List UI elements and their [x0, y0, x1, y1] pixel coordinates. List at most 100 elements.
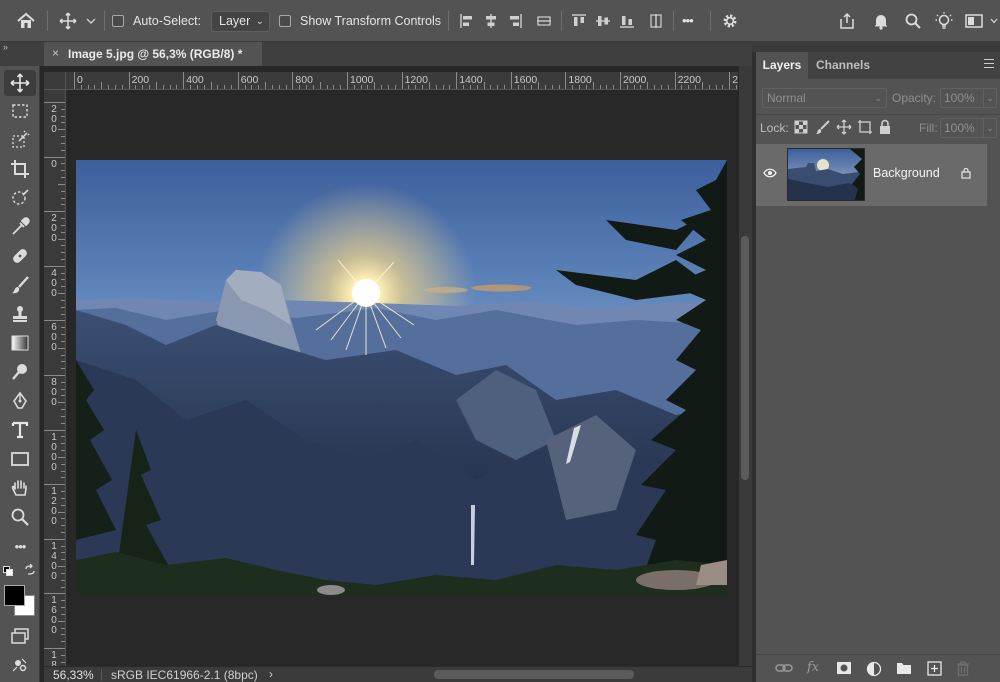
mask-icon[interactable]: [836, 661, 852, 678]
distribute-icon[interactable]: [645, 0, 667, 42]
ruler-minor-tick: [58, 238, 65, 240]
zoom-tool[interactable]: [4, 504, 36, 530]
show-transform-checkbox[interactable]: [279, 15, 291, 27]
new-layer-icon[interactable]: [927, 661, 942, 679]
gear-icon[interactable]: [719, 0, 741, 42]
ruler-label: 800: [51, 377, 57, 408]
layer-row[interactable]: Background: [756, 144, 987, 206]
ruler-minor-tick: [538, 82, 540, 89]
vertical-scrollbar[interactable]: [739, 66, 752, 666]
ruler-minor-tick: [503, 85, 505, 89]
blend-mode-dropdown[interactable]: Normal ⌄: [762, 88, 887, 108]
lock-position-icon[interactable]: [836, 119, 852, 138]
screen-mode-tool[interactable]: [4, 623, 36, 649]
marquee-tool[interactable]: [4, 98, 36, 124]
align-vcenter-icon[interactable]: [592, 0, 614, 42]
clone-stamp-tool[interactable]: [4, 301, 36, 327]
tab-layers[interactable]: Layers: [756, 52, 808, 79]
lock-all-icon[interactable]: [878, 119, 892, 138]
more-options-icon[interactable]: •••: [682, 0, 694, 42]
link-icon[interactable]: [775, 661, 793, 678]
ruler-minor-tick: [606, 85, 608, 89]
lock-transparency-icon[interactable]: [794, 120, 808, 137]
horizontal-ruler[interactable]: 0 200 400 600 800 1000 1200 1400 1600 1800 2000 220…: [66, 72, 738, 90]
tab-channels[interactable]: Channels: [816, 52, 870, 79]
align-center-icon[interactable]: [480, 0, 502, 42]
opacity-field[interactable]: 100% ⌄: [940, 88, 997, 108]
object-selection-tool[interactable]: [4, 127, 36, 153]
ruler-minor-tick: [230, 85, 232, 89]
swap-colors-icon[interactable]: [24, 563, 36, 576]
rectangle-tool[interactable]: [4, 446, 36, 472]
lock-pixels-icon[interactable]: [815, 119, 831, 138]
move-tool[interactable]: [4, 70, 36, 96]
ruler-minor-tick: [61, 327, 65, 329]
trash-icon[interactable]: [956, 661, 970, 679]
move-icon[interactable]: [57, 0, 79, 42]
vertical-scrollbar-thumb[interactable]: [741, 236, 749, 480]
horizontal-scrollbar-thumb[interactable]: [434, 670, 634, 679]
document-info: sRGB IEC61966-2.1 (8bpc): [111, 668, 258, 682]
healing-brush-tool[interactable]: [4, 243, 36, 269]
lock-artboard-icon[interactable]: [857, 119, 873, 138]
vertical-ruler[interactable]: 200 0 200 400 600 800 1000 1200 1400 1600 1800: [44, 90, 66, 666]
pen-icon: [13, 391, 27, 409]
chevron-right-icon[interactable]: ›: [269, 667, 273, 681]
fill-field[interactable]: 100% ⌄: [940, 118, 997, 138]
eyedropper-tool[interactable]: [4, 214, 36, 240]
hand-icon: [11, 480, 27, 496]
align-left-icon[interactable]: [456, 0, 478, 42]
crop-icon: [11, 160, 29, 178]
ruler-origin[interactable]: [44, 72, 66, 90]
ruler-minor-tick: [599, 85, 601, 89]
quick-mask-tool[interactable]: [4, 652, 36, 678]
collapse-toolbar-icon[interactable]: »: [3, 42, 8, 52]
ruler-minor-tick: [61, 258, 65, 260]
crop-tool[interactable]: [4, 156, 36, 182]
brush-icon: [12, 276, 29, 294]
folder-icon[interactable]: [896, 661, 912, 678]
type-tool[interactable]: [4, 417, 36, 443]
foreground-color-swatch[interactable]: [4, 585, 25, 606]
default-colors-icon[interactable]: [3, 565, 13, 576]
ruler-minor-tick: [61, 306, 65, 308]
more-tools-icon[interactable]: •••: [4, 533, 36, 559]
ruler-major-tick: [44, 156, 65, 158]
share-icon[interactable]: [836, 0, 858, 42]
hand-tool[interactable]: [4, 475, 36, 501]
gradient-tool[interactable]: [4, 330, 36, 356]
pen-tool[interactable]: [4, 388, 36, 414]
fill-label: Fill:: [919, 121, 938, 135]
align-right-icon[interactable]: [504, 0, 526, 42]
auto-select-target-dropdown[interactable]: Layer ⌄: [211, 11, 270, 32]
chevron-down-icon[interactable]: [988, 0, 1000, 42]
zoom-level[interactable]: 56,33%: [53, 668, 94, 682]
document-image[interactable]: [76, 160, 727, 595]
close-tab-icon[interactable]: ×: [52, 46, 59, 60]
ruler-minor-tick: [61, 313, 65, 315]
ruler-minor-tick: [149, 85, 151, 89]
document-tab[interactable]: × Image 5.jpg @ 56,3% (RGB/8) *: [44, 42, 262, 66]
lock-icon[interactable]: [961, 167, 971, 182]
search-icon[interactable]: [902, 0, 924, 42]
panel-menu-icon[interactable]: [984, 59, 994, 69]
ruler-label: 200: [131, 74, 150, 86]
ruler-minor-tick: [61, 627, 65, 629]
lightbulb-icon[interactable]: [933, 0, 955, 42]
align-top-icon[interactable]: [568, 0, 590, 42]
dodge-tool[interactable]: [4, 359, 36, 385]
bell-icon[interactable]: [870, 0, 892, 42]
auto-select-checkbox[interactable]: [112, 15, 124, 27]
chevron-down-icon[interactable]: [84, 0, 98, 42]
eye-icon[interactable]: [763, 167, 777, 182]
ruler-minor-tick: [61, 190, 65, 192]
align-bottom-icon[interactable]: [616, 0, 638, 42]
adjustment-icon[interactable]: [866, 661, 882, 680]
frame-tool[interactable]: [4, 185, 36, 211]
align-middle-icon[interactable]: [533, 0, 555, 42]
home-icon[interactable]: [12, 0, 40, 42]
fx-icon[interactable]: fx: [807, 660, 819, 675]
workspace-icon[interactable]: [963, 0, 985, 42]
layer-name[interactable]: Background: [873, 166, 940, 180]
brush-tool[interactable]: [4, 272, 36, 298]
